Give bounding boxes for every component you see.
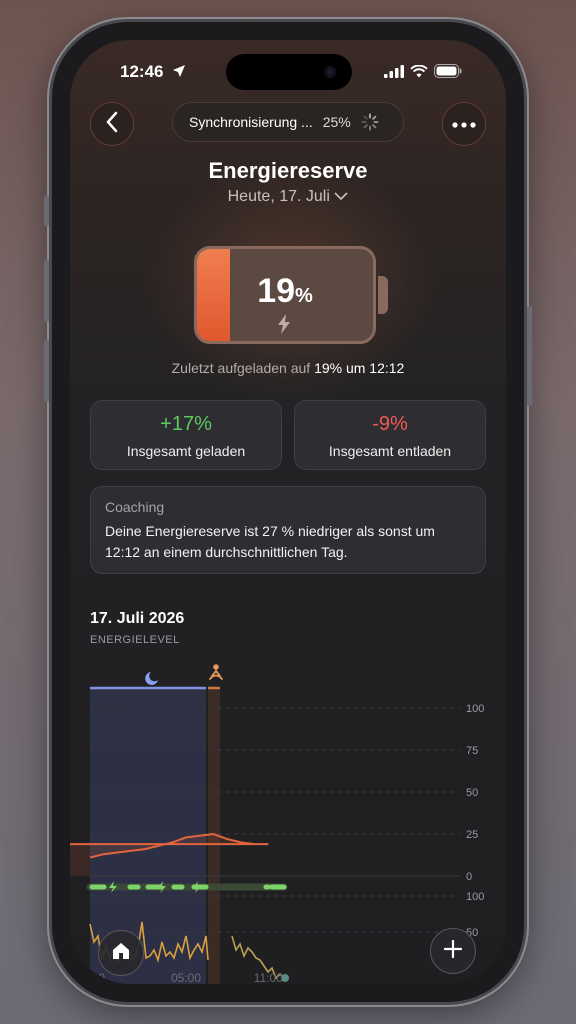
app-screen: 12:46 Synchronisierung ... 25% Energiere… bbox=[70, 40, 506, 984]
last-charged-prefix: Zuletzt aufgeladen auf bbox=[171, 360, 311, 376]
status-time: 12:46 bbox=[120, 62, 164, 81]
home-button[interactable] bbox=[98, 930, 144, 976]
chart-subtitle: ENERGIELEVEL bbox=[90, 634, 180, 646]
action-button bbox=[44, 196, 49, 226]
last-charged-value: 19% um 12:12 bbox=[314, 360, 405, 376]
y-tick-label: 75 bbox=[466, 745, 478, 757]
chevron-down-icon bbox=[334, 188, 348, 205]
charged-label: Insgesamt geladen bbox=[126, 443, 246, 459]
discharged-card[interactable]: -9% Insgesamt entladen bbox=[294, 400, 486, 470]
chart-date: 17. Juli 2026 bbox=[90, 610, 185, 627]
coaching-title: Coaching bbox=[105, 499, 165, 515]
y-tick-label: 100 bbox=[466, 703, 484, 715]
front-camera-icon bbox=[324, 66, 336, 78]
x-axis-ticks: 22:0005:0011:0018:00 bbox=[75, 971, 283, 984]
discharged-value: -9% bbox=[372, 413, 408, 435]
lower-y-tick-label: 100 bbox=[466, 891, 484, 903]
y-tick-label: 0 bbox=[466, 871, 472, 883]
power-button bbox=[527, 306, 532, 406]
plus-icon bbox=[443, 939, 463, 964]
battery-percent: 19% bbox=[194, 272, 376, 311]
x-tick-label: 11:00 bbox=[254, 971, 283, 984]
volume-up-button bbox=[44, 260, 49, 322]
moon-icon bbox=[145, 672, 158, 685]
home-icon bbox=[111, 941, 131, 966]
add-button[interactable] bbox=[430, 928, 476, 974]
x-tick-label: 05:00 bbox=[171, 971, 201, 984]
battery-value: 19 bbox=[257, 272, 296, 310]
coaching-card: Coaching Deine Energiereserve ist 27 % n… bbox=[90, 486, 486, 574]
coaching-line-2: 12:12 an einem durchschnittlichen Tag. bbox=[105, 544, 348, 560]
y-tick-label: 25 bbox=[466, 829, 478, 841]
cellular-signal-icon bbox=[384, 64, 404, 83]
location-arrow-icon bbox=[172, 64, 186, 83]
volume-down-button bbox=[44, 340, 49, 402]
back-button[interactable] bbox=[90, 102, 134, 146]
sync-status-pill[interactable]: Synchronisierung ... 25% bbox=[172, 102, 404, 142]
more-options-button[interactable] bbox=[442, 102, 486, 146]
date-selector[interactable]: Heute, 17. Juli bbox=[70, 188, 506, 206]
charged-value: +17% bbox=[160, 413, 212, 435]
charged-card[interactable]: +17% Insgesamt geladen bbox=[90, 400, 282, 470]
sync-label: Synchronisierung ... bbox=[189, 114, 313, 130]
status-icons bbox=[384, 64, 462, 83]
wifi-icon bbox=[410, 64, 428, 83]
sync-percent: 25% bbox=[322, 114, 351, 130]
x-tick-label: 22:00 bbox=[75, 971, 105, 984]
y-tick-label: 50 bbox=[466, 787, 478, 799]
battery-status-icon bbox=[434, 64, 462, 83]
ellipsis-icon bbox=[452, 115, 476, 133]
coaching-line-1: Deine Energiereserve ist 27 % niedriger … bbox=[105, 523, 435, 539]
discharged-label: Insgesamt entladen bbox=[328, 443, 452, 459]
y-axis-ticks: 100 75 50 25 0 bbox=[466, 703, 484, 883]
last-charged-text: Zuletzt aufgeladen auf 19% um 12:12 bbox=[70, 360, 506, 376]
coaching-text: Deine Energiereserve ist 27 % niedriger … bbox=[105, 521, 471, 563]
loading-spinner-icon bbox=[361, 113, 379, 131]
phone-frame: 12:46 Synchronisierung ... 25% Energiere… bbox=[44, 22, 532, 1002]
battery-unit: % bbox=[295, 285, 313, 307]
date-selector-label: Heute, 17. Juli bbox=[227, 188, 330, 205]
chevron-left-icon bbox=[105, 111, 119, 138]
meditation-icon bbox=[209, 664, 223, 680]
lightning-bolt-icon bbox=[276, 314, 292, 339]
page-title: Energiereserve bbox=[208, 158, 368, 183]
battery-tip bbox=[378, 276, 388, 314]
